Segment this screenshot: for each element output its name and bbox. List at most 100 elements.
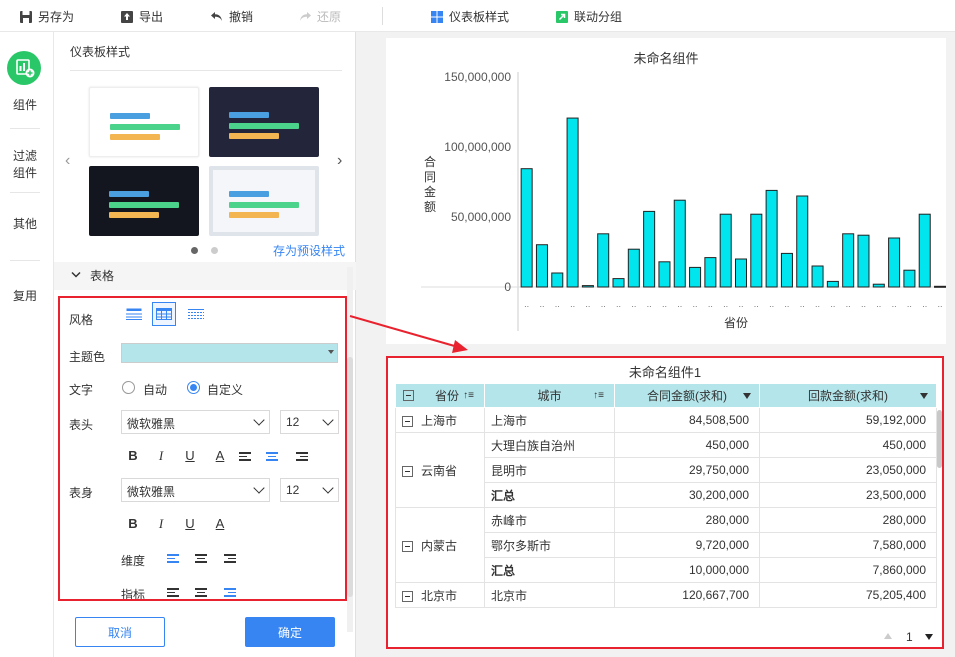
bar xyxy=(811,265,824,288)
save-as-button[interactable]: 另存为 xyxy=(19,8,74,25)
table-row: 云南省 大理白族自治州 450,000 450,000 xyxy=(395,432,937,508)
x-tick-label: .. xyxy=(708,299,713,309)
table-row: 内蒙古 赤峰市 280,000 280,000 xyxy=(395,507,937,583)
bar xyxy=(872,283,885,288)
bar xyxy=(888,237,901,288)
table-section-label: 表格 xyxy=(90,269,115,283)
header-city[interactable]: 城市 ↑≡ xyxy=(484,383,615,408)
x-tick-label: .. xyxy=(555,299,560,309)
bar xyxy=(934,285,946,288)
header-province-label: 省份 xyxy=(434,389,459,403)
table-widget[interactable]: 未命名组件1 省份 ↑≡ 城市 ↑≡ 合同金额(求和) 回款金额(求和) 上海市 上… xyxy=(386,356,944,649)
export-button[interactable]: 导出 xyxy=(120,8,163,25)
bar xyxy=(597,233,610,288)
header-payment-label: 回款金额(求和) xyxy=(808,389,888,403)
bar xyxy=(689,266,702,288)
payment-cell: 7,580,000 xyxy=(759,532,937,558)
y-tick-label: 150,000,000 xyxy=(444,70,511,84)
carousel-prev-icon[interactable]: ‹ xyxy=(65,152,70,170)
header-city-label: 城市 xyxy=(537,389,562,403)
province-value: 北京市 xyxy=(421,588,458,603)
x-tick-label: .. xyxy=(570,299,575,309)
x-axis-label: 省份 xyxy=(724,316,748,330)
header-contract[interactable]: 合同金额(求和) xyxy=(614,383,760,408)
bar-chart: 0 50,000,000 100,000,000 150,000,000 合同金额...… xyxy=(421,70,946,331)
province-value: 云南省 xyxy=(421,463,458,478)
style-settings-panel: 仪表板样式 ‹ › 存为预设样式 表格 风格 主题色 文字 自动 自定义 表头 … xyxy=(54,32,356,657)
component-add-icon[interactable] xyxy=(7,51,41,85)
x-tick-label: .. xyxy=(738,299,743,309)
rail-item-reuse[interactable]: 复用 xyxy=(0,288,50,305)
collapse-icon[interactable] xyxy=(402,590,413,602)
x-tick-label: .. xyxy=(601,299,606,309)
dashboard-style-icon xyxy=(431,10,443,23)
header-payment[interactable]: 回款金额(求和) xyxy=(759,383,937,408)
dashboard-style-label: 仪表板样式 xyxy=(449,10,510,24)
bar xyxy=(673,199,686,288)
sort-icon[interactable]: ↑≡ xyxy=(463,390,474,401)
dashboard-style-button[interactable]: 仪表板样式 xyxy=(430,8,509,25)
sort-icon[interactable]: ↑≡ xyxy=(593,390,604,401)
cancel-button[interactable]: 取消 xyxy=(75,617,165,647)
export-label: 导出 xyxy=(139,10,164,24)
bar xyxy=(826,280,839,288)
dropdown-icon[interactable] xyxy=(743,393,751,399)
x-tick-label: .. xyxy=(922,299,927,309)
city-cell: 北京市 xyxy=(484,582,615,608)
collapse-icon[interactable] xyxy=(402,540,413,552)
city-cell: 大理白族自治州 xyxy=(484,432,615,458)
collapse-icon[interactable] xyxy=(402,465,413,477)
data-table: 省份 ↑≡ 城市 ↑≡ 合同金额(求和) 回款金额(求和) 上海市 上海市 84,5… xyxy=(395,383,937,608)
dropdown-icon[interactable] xyxy=(920,393,928,399)
export-icon xyxy=(121,10,133,23)
style-thumb-dark[interactable] xyxy=(89,166,199,236)
header-contract-label: 合同金额(求和) xyxy=(647,389,727,403)
style-thumb-gray[interactable] xyxy=(209,166,319,236)
rail-divider xyxy=(10,260,40,261)
rail-item-filter[interactable]: 过滤 组件 xyxy=(0,148,50,182)
page-up-icon[interactable] xyxy=(884,633,892,639)
undo-button[interactable]: 撤销 xyxy=(210,8,253,25)
bar xyxy=(765,189,778,288)
x-tick-label: .. xyxy=(769,299,774,309)
rail-item-component[interactable]: 组件 xyxy=(0,97,50,114)
rail-divider xyxy=(10,128,40,129)
y-tick-label: 100,000,000 xyxy=(444,140,511,154)
confirm-button[interactable]: 确定 xyxy=(245,617,335,647)
contract-cell: 30,200,000 xyxy=(614,482,760,508)
x-tick-label: .. xyxy=(693,299,698,309)
y-axis-label: 合同金额 xyxy=(424,154,436,214)
x-tick-label: .. xyxy=(800,299,805,309)
collapse-icon[interactable] xyxy=(402,415,413,427)
bar xyxy=(903,269,916,288)
rail-item-other[interactable]: 其他 xyxy=(0,216,50,233)
style-thumb-dark-blue[interactable] xyxy=(209,87,319,157)
undo-icon xyxy=(211,11,222,21)
contract-cell: 9,720,000 xyxy=(614,532,760,558)
style-thumb-light[interactable] xyxy=(89,87,199,157)
linkage-group-button[interactable]: 联动分组 xyxy=(555,8,622,25)
x-tick-label: .. xyxy=(784,299,789,309)
save-preset-link[interactable]: 存为预设样式 xyxy=(273,242,345,259)
bar xyxy=(551,272,564,288)
x-tick-label: .. xyxy=(861,299,866,309)
table-section-header[interactable]: 表格 xyxy=(54,262,356,290)
x-tick-label: .. xyxy=(815,299,820,309)
table-header-row: 省份 ↑≡ 城市 ↑≡ 合同金额(求和) 回款金额(求和) xyxy=(395,383,937,408)
bar xyxy=(719,213,732,288)
carousel-dot-active[interactable] xyxy=(191,247,198,254)
redo-button[interactable]: 还原 xyxy=(298,8,341,25)
carousel-dot[interactable] xyxy=(211,247,218,254)
table-scrollbar[interactable] xyxy=(937,408,942,598)
panel-scrollbar[interactable] xyxy=(347,267,353,632)
x-tick-label: .. xyxy=(723,299,728,309)
chart-widget[interactable]: 未命名组件 0 50,000,000 100,000,000 150,000,000 合… xyxy=(386,38,946,344)
header-province[interactable]: 省份 ↑≡ xyxy=(395,383,485,408)
contract-cell: 29,750,000 xyxy=(614,457,760,483)
table-title: 未命名组件1 xyxy=(628,365,702,380)
carousel-next-icon[interactable]: › xyxy=(337,152,342,170)
page-down-icon[interactable] xyxy=(925,634,933,640)
collapse-all-icon[interactable] xyxy=(403,390,414,401)
contract-cell: 120,667,700 xyxy=(614,582,760,608)
contract-cell: 450,000 xyxy=(614,432,760,458)
